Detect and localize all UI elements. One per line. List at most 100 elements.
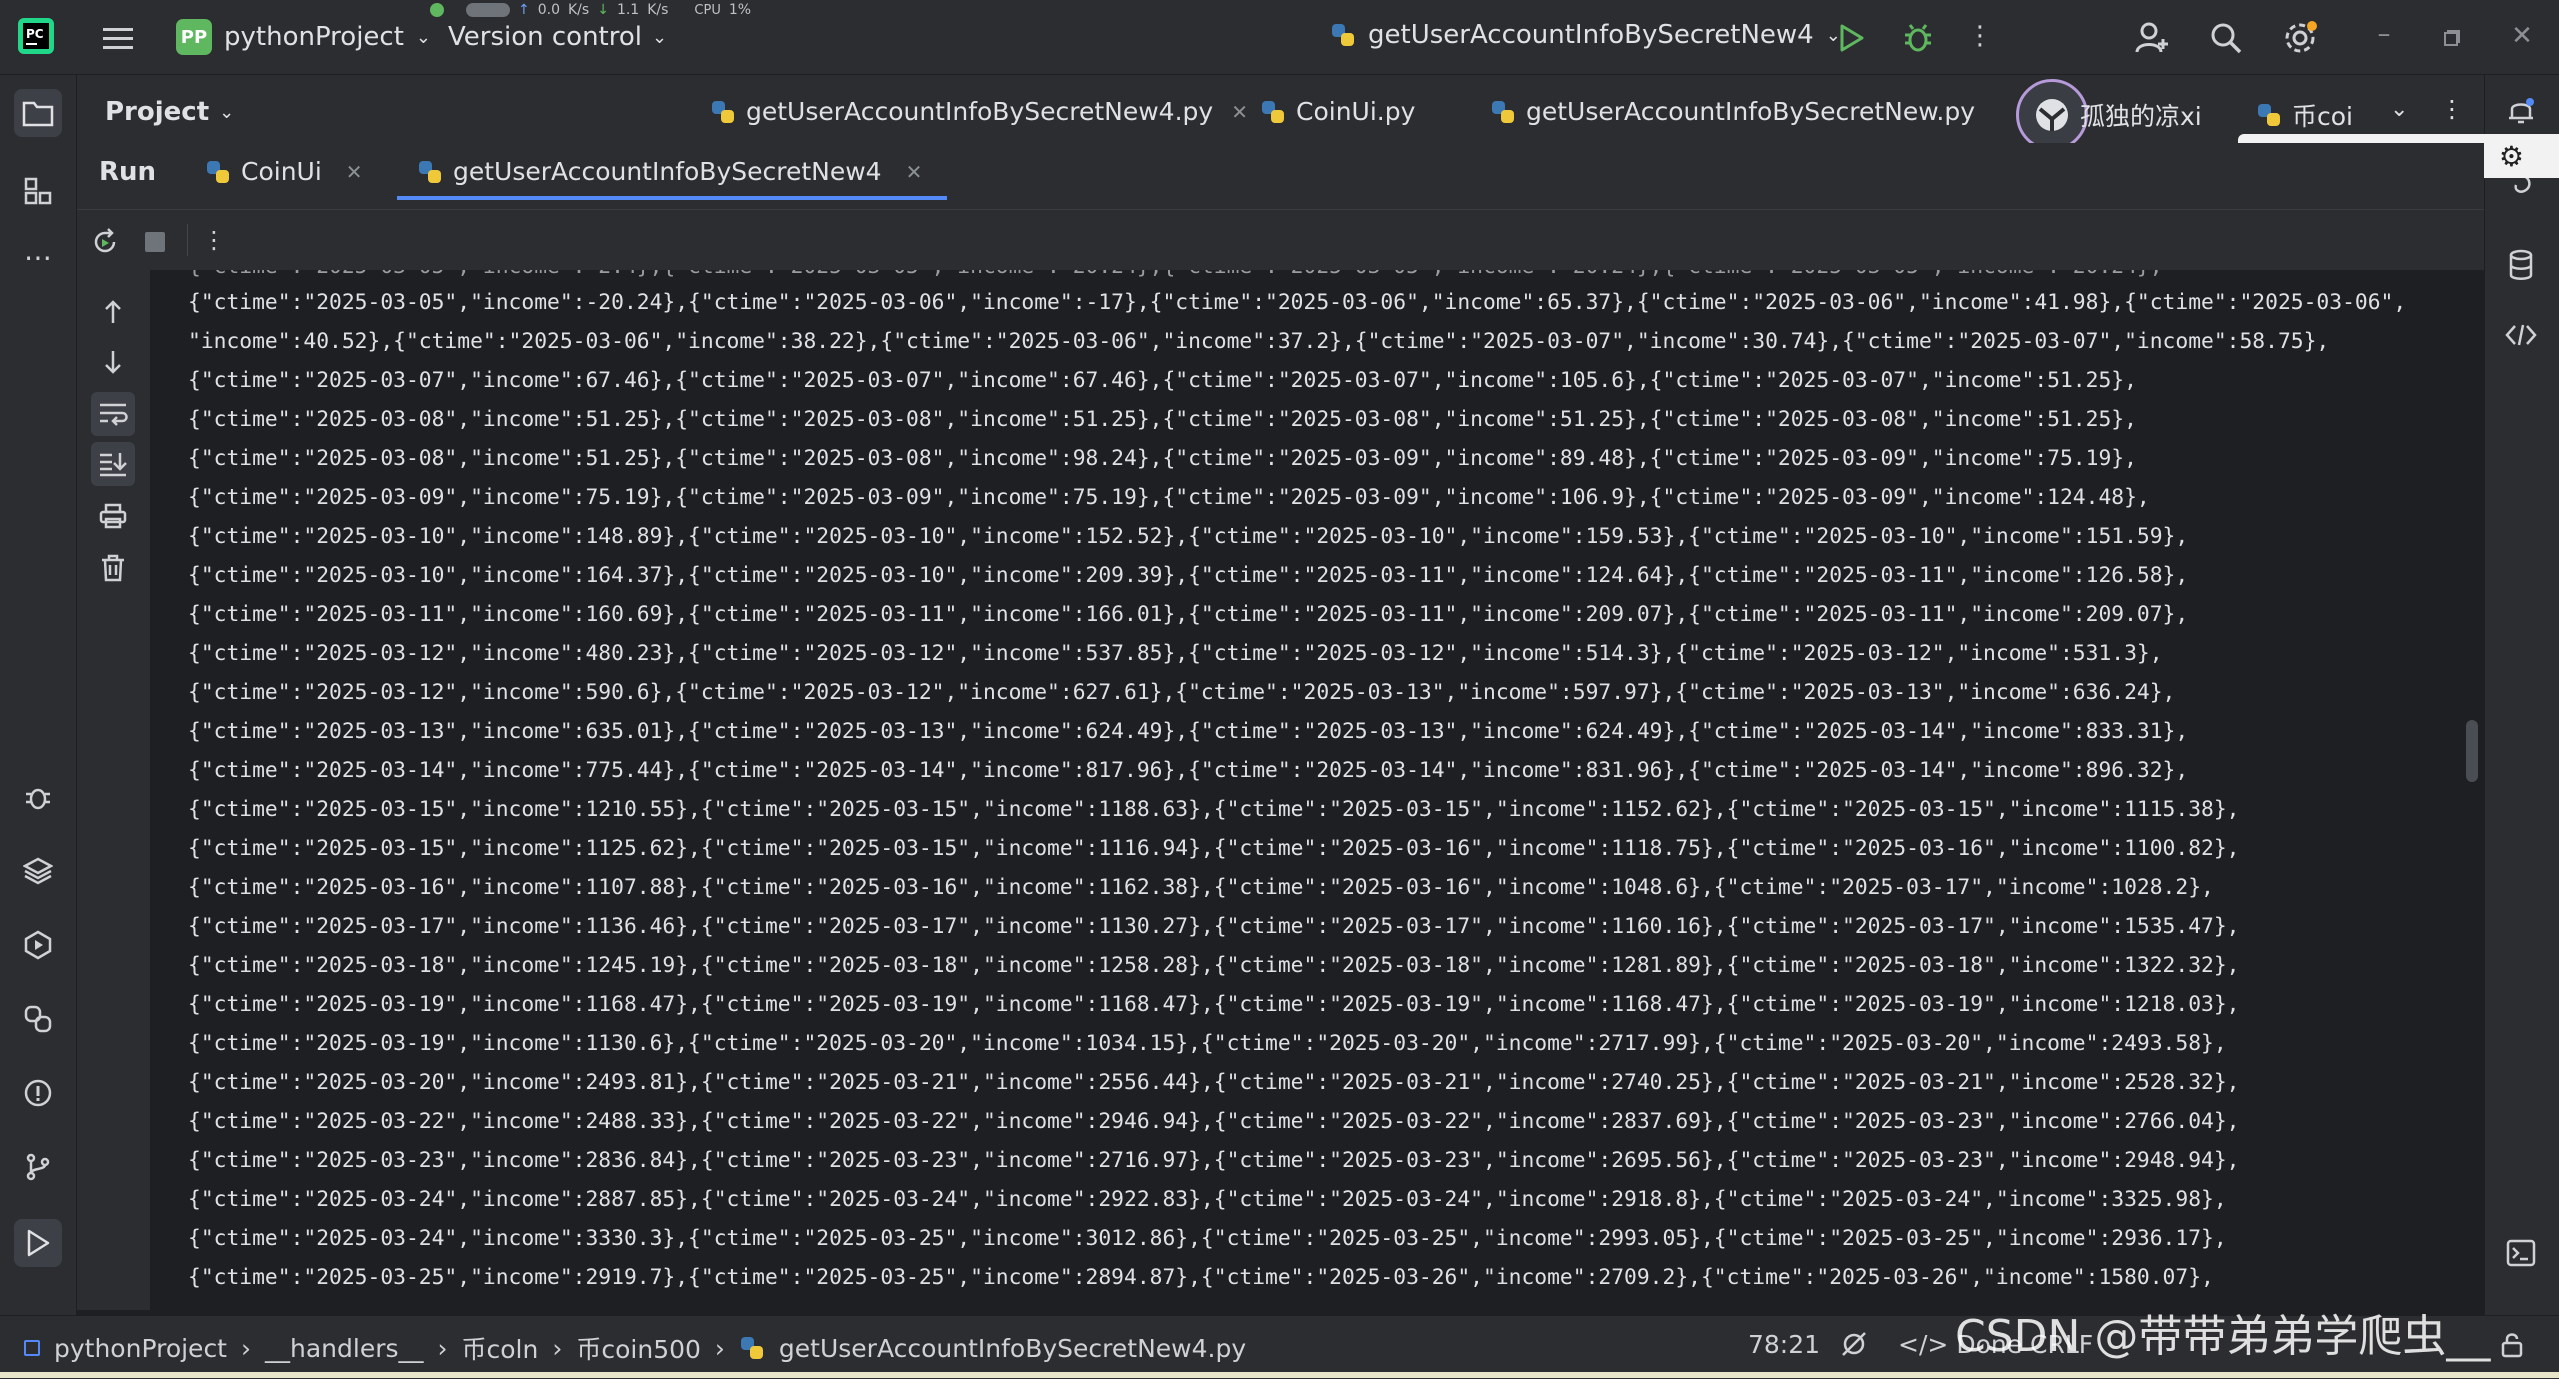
project-switcher[interactable]: PP pythonProject ⌄ (176, 19, 431, 55)
git-branch-icon[interactable] (14, 1143, 62, 1191)
rerun-icon[interactable] (85, 222, 125, 262)
breadcrumb: pythonProject › __handlers__ › 币coln › 币… (24, 1330, 1246, 1366)
restore-window-icon[interactable] (2432, 18, 2472, 58)
breadcrumb-item[interactable]: __handlers__ (265, 1334, 424, 1363)
console-output[interactable]: {"ctime":"2025-03-05","income":-2.4},{"c… (150, 270, 2484, 1310)
console-line: {"ctime":"2025-03-11","income":160.69},{… (188, 602, 2189, 627)
bug-icon (1905, 24, 1931, 52)
tab-list-chevron-icon[interactable]: ⌄ (2390, 97, 2408, 122)
console-line: {"ctime":"2025-03-23","income":2836.84},… (188, 1148, 2240, 1173)
run-tab-label: CoinUi (241, 157, 322, 186)
python-console-icon[interactable] (14, 995, 62, 1043)
right-tool-strip (2484, 75, 2559, 1315)
more-tools-icon[interactable]: ⋯ (14, 233, 62, 281)
breadcrumb-item[interactable]: 币coln (462, 1330, 539, 1366)
breadcrumb-item[interactable]: 币coin500 (576, 1330, 701, 1366)
breadcrumb-item[interactable]: getUserAccountInfoBySecretNew4.py (779, 1334, 1246, 1363)
notifications-bell-icon[interactable] (2497, 87, 2545, 135)
problems-icon[interactable] (14, 1069, 62, 1117)
python-icon (712, 100, 734, 123)
console-line: {"ctime":"2025-03-09","income":75.19},{"… (188, 485, 2150, 510)
upload-arrow-icon: ↑ (518, 2, 530, 18)
download-arrow-icon: ↓ (597, 2, 609, 18)
run-tab[interactable]: CoinUi ✕ (205, 157, 363, 186)
arrow-down-icon[interactable] (93, 342, 133, 382)
scroll-to-end-icon[interactable] (91, 442, 135, 486)
print-icon[interactable] (93, 496, 133, 536)
run-config-selector[interactable]: getUserAccountInfoBySecretNew4 ⌄ (1330, 20, 1841, 50)
chevron-right-icon: › (437, 1333, 448, 1363)
run-tab-label: getUserAccountInfoBySecretNew4 (453, 157, 882, 186)
editor-tab[interactable]: getUserAccountInfoBySecretNew.py (1490, 97, 1975, 126)
trash-icon[interactable] (93, 548, 133, 588)
editor-tab-bar: getUserAccountInfoBySecretNew4.py ✕ Coin… (684, 75, 2484, 153)
avatar (2016, 79, 2088, 151)
close-icon[interactable]: ✕ (906, 160, 923, 184)
console-line: {"ctime":"2025-03-05","income":-20.24},{… (188, 290, 2407, 315)
status-dot-icon (430, 3, 444, 17)
chevron-right-icon: › (714, 1333, 725, 1363)
python-icon (2258, 104, 2280, 126)
run-button[interactable] (1832, 18, 1872, 58)
python-icon (740, 1337, 763, 1359)
user-avatar-tab[interactable]: 孤独的凉xi (2016, 79, 2202, 151)
editor-tab-label: getUserAccountInfoBySecretNew.py (1526, 97, 1975, 126)
arrow-up-icon[interactable] (93, 292, 133, 332)
editor-tab-label: CoinUi.py (1296, 97, 1416, 126)
version-control-label: Version control (448, 22, 642, 52)
project-folder-icon[interactable] (14, 89, 62, 137)
console-line: {"ctime":"2025-03-10","income":148.89},{… (188, 524, 2189, 549)
version-control-menu[interactable]: Version control ⌄ (448, 22, 667, 52)
code-with-me-icon[interactable] (2497, 311, 2545, 359)
close-window-icon[interactable]: ✕ (2502, 16, 2542, 56)
python-icon (207, 160, 229, 183)
python-icon (1262, 100, 1284, 123)
add-user-icon[interactable] (2130, 16, 2174, 60)
more-actions-icon[interactable]: ⋮ (1965, 16, 1995, 56)
terminal-icon[interactable] (2497, 1229, 2545, 1277)
net-down-value: 1.1 (616, 2, 640, 18)
console-line: {"ctime":"2025-03-14","income":775.44},{… (188, 758, 2189, 783)
close-icon[interactable]: ✕ (346, 160, 363, 184)
search-icon[interactable] (2204, 16, 2248, 60)
debug-tool-icon[interactable] (14, 773, 62, 821)
minimize-window-icon[interactable]: – (2364, 14, 2404, 54)
main-menu-icon[interactable] (96, 16, 140, 60)
bottom-edge-strip (0, 1372, 2559, 1378)
python-icon (1492, 100, 1514, 123)
pycharm-logo-icon[interactable]: PC (16, 16, 56, 56)
run-tool-icon[interactable] (14, 1219, 62, 1267)
services-icon[interactable] (14, 921, 62, 969)
console-scrollbar-thumb[interactable] (2466, 720, 2478, 782)
console-line: {"ctime":"2025-03-20","income":2493.81},… (188, 1070, 2240, 1095)
console-line: {"ctime":"2025-03-12","income":590.6},{"… (188, 680, 2176, 705)
editor-tab-label: getUserAccountInfoBySecretNew4.py (746, 97, 1214, 126)
debug-button[interactable] (1898, 18, 1938, 58)
console-line: "income":40.52},{"ctime":"2025-03-06","i… (188, 329, 2330, 354)
editor-tab[interactable]: CoinUi.py (1260, 97, 1415, 126)
cpu-label: CPU (694, 2, 721, 18)
stop-icon[interactable] (135, 222, 175, 262)
run-tab-selected[interactable]: getUserAccountInfoBySecretNew4 ✕ (397, 157, 947, 200)
editor-tab[interactable]: getUserAccountInfoBySecretNew4.py ✕ (710, 97, 1248, 126)
editor-tab-label: 币coi (2292, 102, 2353, 131)
project-view-selector[interactable]: Project ⌄ (105, 97, 234, 127)
ime-settings-icon[interactable]: ⚙ (2499, 140, 2524, 173)
cpu-value: 1% (728, 2, 752, 18)
code-icon: </> (1898, 1330, 1949, 1359)
no-inspection-icon[interactable] (1840, 1330, 1868, 1362)
editor-tab[interactable]: 币coi (2256, 97, 2353, 133)
play-icon (1840, 24, 1864, 52)
soft-wrap-icon[interactable] (91, 392, 135, 436)
structure-icon[interactable] (14, 167, 62, 215)
database-icon[interactable] (2497, 241, 2545, 289)
breadcrumb-item[interactable]: pythonProject (54, 1334, 227, 1363)
lock-icon[interactable] (2500, 1332, 2524, 1362)
layers-icon[interactable] (14, 847, 62, 895)
caret-position[interactable]: 78:21 (1748, 1330, 1820, 1359)
console-line: {"ctime":"2025-03-07","income":67.46},{"… (188, 368, 2137, 393)
more-options-icon[interactable]: ⋮ (199, 220, 229, 260)
close-icon[interactable]: ✕ (1231, 100, 1248, 124)
tab-more-icon[interactable]: ⋮ (2440, 95, 2464, 123)
settings-gear-icon[interactable] (2278, 16, 2322, 60)
